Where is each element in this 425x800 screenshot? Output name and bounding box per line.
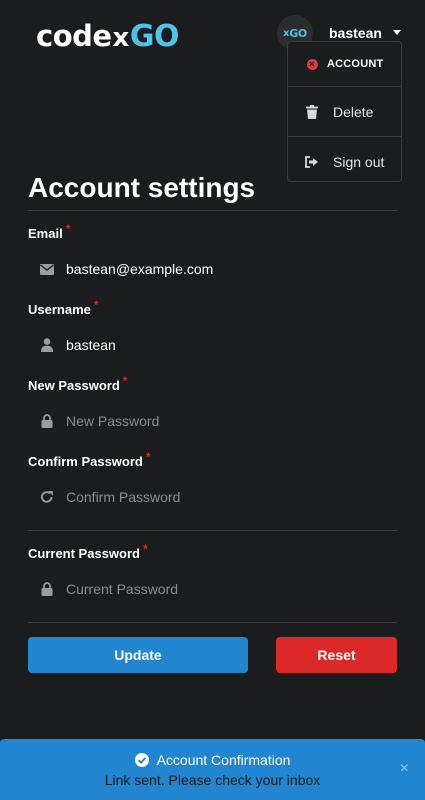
toast-title-row: Account Confirmation — [0, 752, 425, 768]
current-password-label-text: Current Password — [28, 546, 140, 561]
menu-item-delete-label: Delete — [333, 103, 374, 120]
check-circle-icon — [134, 753, 149, 767]
required-mark: * — [122, 374, 128, 388]
current-password-field[interactable] — [66, 581, 386, 597]
email-label-text: Email — [28, 226, 63, 241]
sign-out-icon — [305, 155, 319, 168]
user-dropdown-menu: × ACCOUNT Delete Sign out — [287, 41, 402, 182]
toast-message: Link sent. Please check your inbox — [104, 772, 321, 788]
menu-item-sign-out-label: Sign out — [333, 153, 385, 170]
email-label: Email * — [28, 222, 70, 241]
confirm-password-field[interactable] — [66, 489, 386, 505]
new-password-label: New Password * — [28, 374, 127, 393]
current-password-label: Current Password * — [28, 542, 148, 561]
confirm-password-label: Confirm Password * — [28, 450, 151, 469]
required-mark: * — [145, 450, 151, 464]
username-field-wrapper — [28, 326, 397, 364]
reset-button[interactable]: Reset — [276, 637, 397, 673]
username-field[interactable] — [66, 337, 386, 353]
confirm-password-field-wrapper — [28, 478, 397, 516]
email-field-wrapper — [28, 250, 397, 288]
logo-go-text: GO — [129, 19, 180, 54]
logo-x-text: x — [112, 23, 130, 53]
trash-icon — [305, 104, 319, 119]
username-label: bastean — [329, 25, 382, 41]
user-icon — [28, 338, 66, 352]
required-mark: * — [142, 542, 148, 556]
current-password-field-wrapper — [28, 570, 397, 608]
menu-item-account[interactable]: × ACCOUNT — [288, 42, 401, 86]
chevron-down-icon — [393, 30, 401, 35]
update-button[interactable]: Update — [28, 637, 248, 673]
required-mark: * — [65, 222, 71, 236]
avatar-go-text: GO — [289, 26, 307, 40]
new-password-label-text: New Password — [28, 378, 120, 393]
logo-code-text: code — [36, 19, 112, 53]
envelope-icon — [28, 263, 66, 275]
codexgo-logo[interactable]: code x GO — [36, 22, 179, 52]
form-divider — [28, 622, 397, 623]
title-divider — [28, 210, 397, 211]
new-password-field-wrapper — [28, 402, 397, 440]
lock-icon — [28, 414, 66, 428]
x-circle-icon: × — [305, 58, 319, 70]
menu-item-sign-out[interactable]: Sign out — [288, 136, 401, 186]
confirm-password-label-text: Confirm Password — [28, 454, 143, 469]
section-divider — [28, 530, 397, 531]
username-label: Username * — [28, 298, 99, 317]
new-password-field[interactable] — [66, 413, 386, 429]
lock-icon — [28, 582, 66, 596]
page-title: Account settings — [28, 172, 256, 203]
toast-notification: Account Confirmation Link sent. Please c… — [0, 739, 425, 800]
redo-icon — [28, 490, 66, 504]
menu-item-delete[interactable]: Delete — [288, 86, 401, 136]
username-label-text: Username — [28, 302, 91, 317]
required-mark: * — [93, 298, 99, 312]
toast-title: Account Confirmation — [156, 752, 291, 768]
close-icon[interactable]: × — [400, 761, 409, 777]
menu-item-account-label: ACCOUNT — [327, 58, 384, 70]
email-field[interactable] — [66, 261, 386, 277]
